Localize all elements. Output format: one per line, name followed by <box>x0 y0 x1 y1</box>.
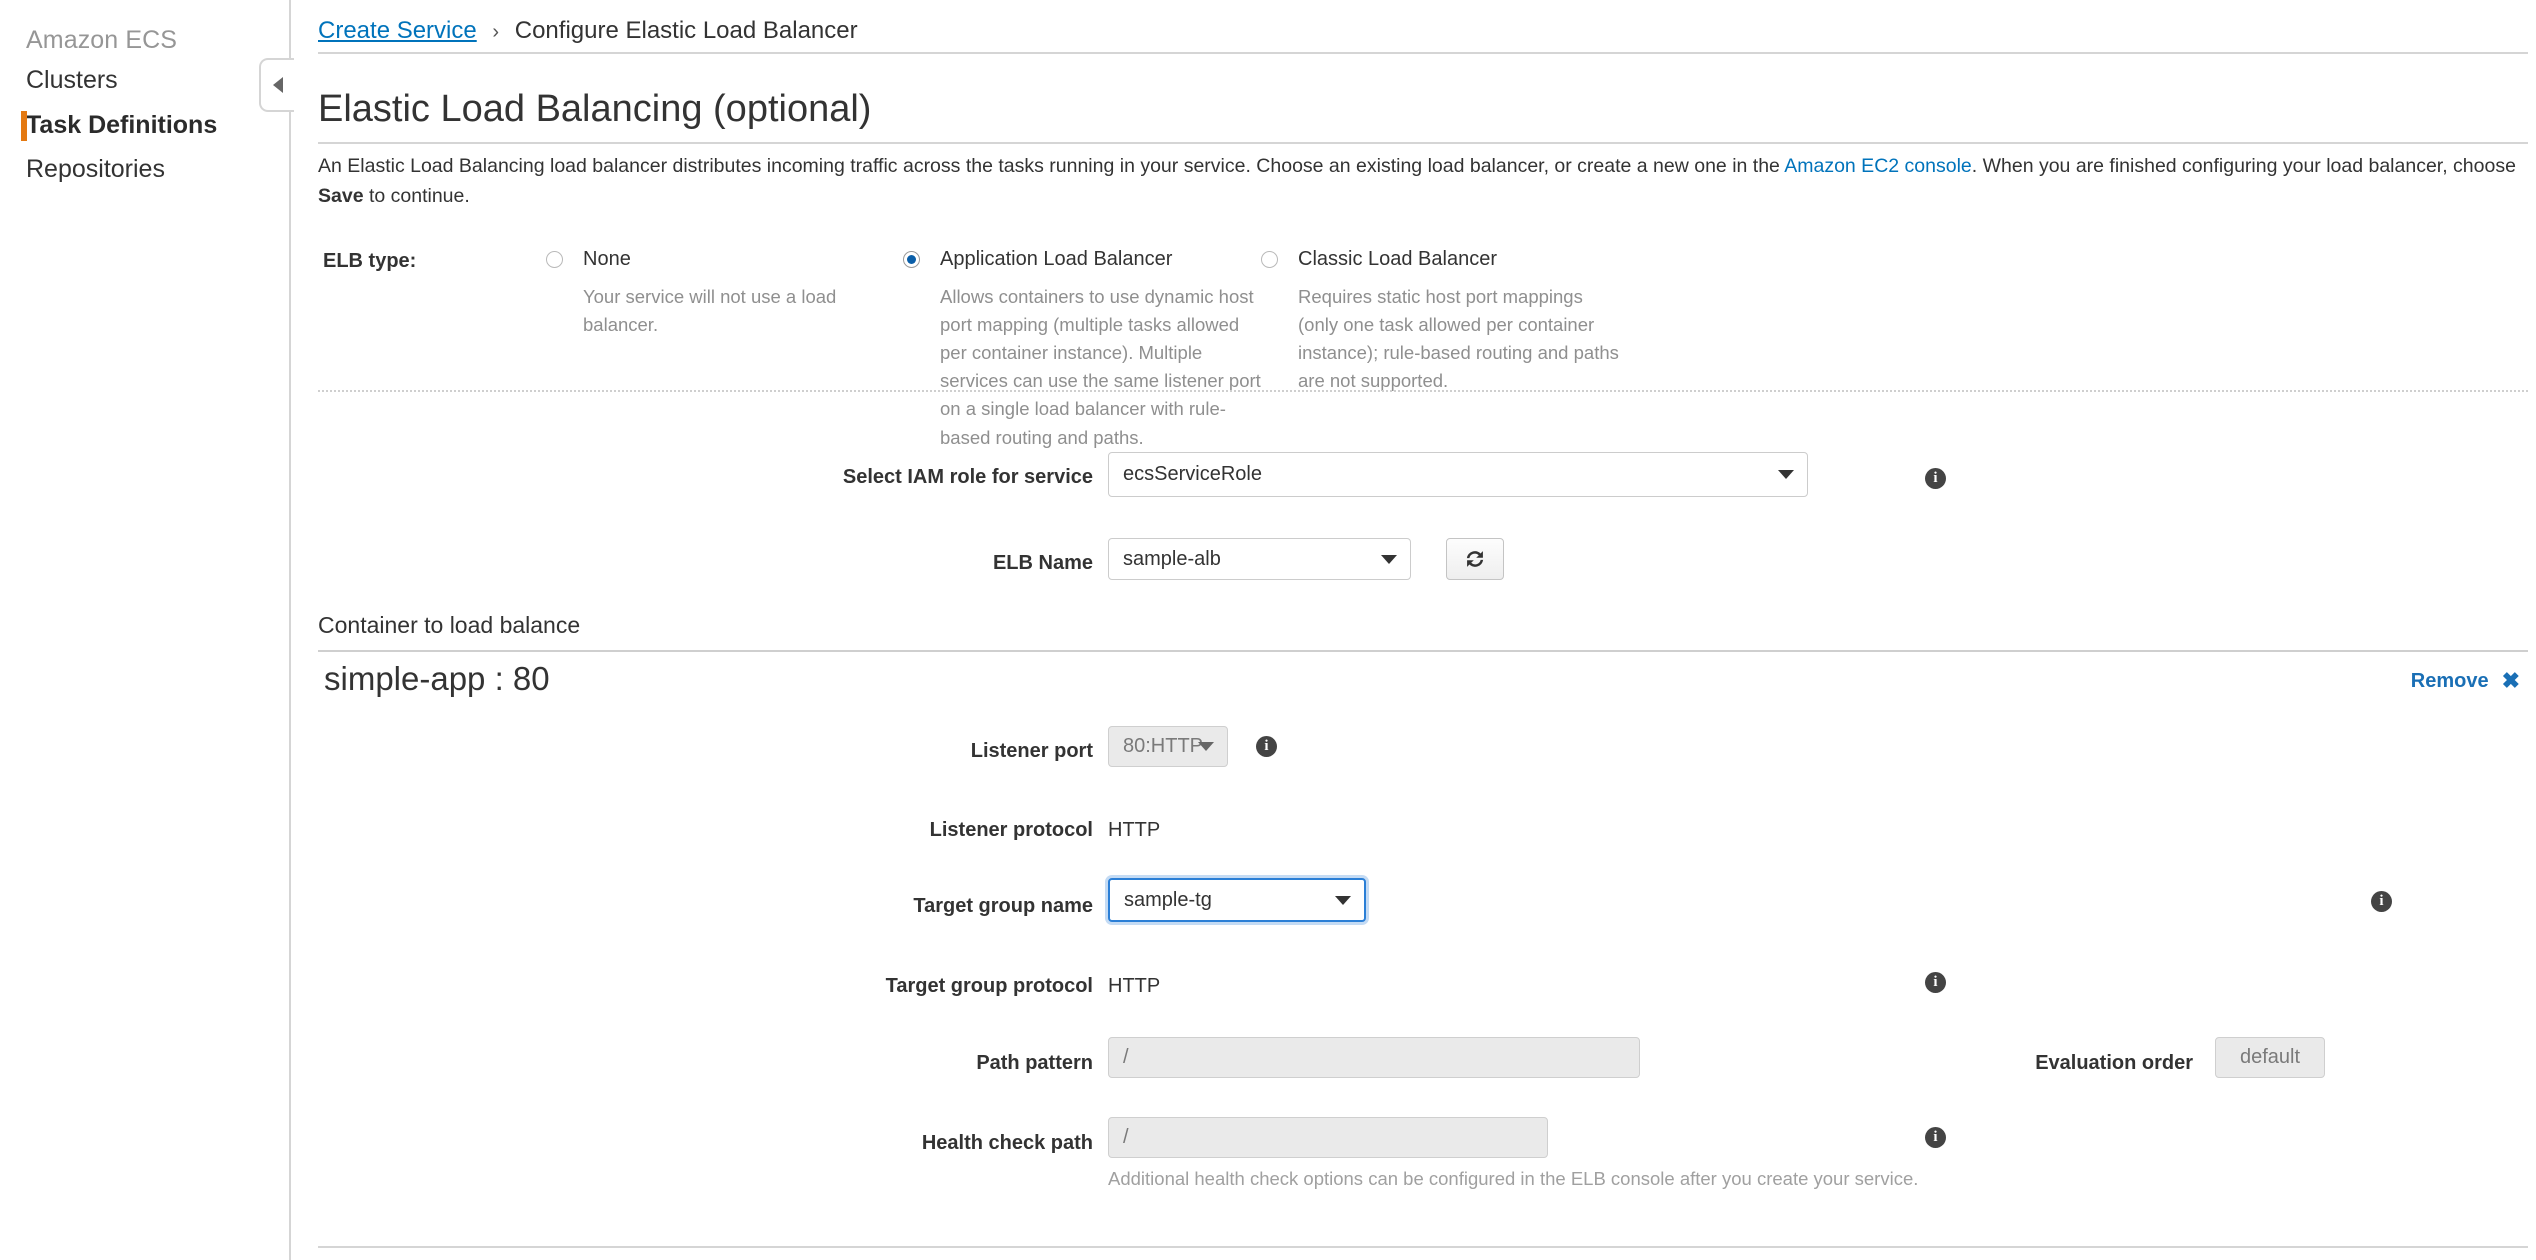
remove-label: Remove <box>2410 669 2489 692</box>
chevron-down-icon <box>1335 895 1351 905</box>
target-group-protocol-info-icon[interactable]: i <box>1925 972 1946 993</box>
radio-none-label[interactable]: None <box>583 248 631 270</box>
breadcrumb-divider <box>318 52 2528 54</box>
target-group-protocol-value: HTTP <box>1108 975 1161 997</box>
elb-name-select[interactable]: sample-alb <box>1108 538 1411 580</box>
breadcrumb-separator-icon: › <box>492 21 500 43</box>
breadcrumb: Create Service › Configure Elastic Load … <box>318 17 858 45</box>
elb-type-label: ELB type: <box>323 250 417 272</box>
health-check-note: Additional health check options can be c… <box>1108 1168 1919 1189</box>
target-group-protocol-label: Target group protocol <box>885 975 1093 997</box>
intro-text-1: An Elastic Load Balancing load balancer … <box>318 155 1785 177</box>
sidebar-item-repositories[interactable]: Repositories <box>0 147 289 192</box>
iam-role-info-icon[interactable]: i <box>1925 468 1946 489</box>
elb-type-divider <box>318 390 2528 392</box>
breadcrumb-current: Configure Elastic Load Balancer <box>514 17 858 44</box>
intro-text-3: to continue. <box>363 184 470 207</box>
refresh-icon <box>1466 551 1484 567</box>
target-group-name-info-icon[interactable]: i <box>2371 891 2392 912</box>
path-pattern-label: Path pattern <box>976 1052 1093 1074</box>
page-root: Amazon ECS Clusters Task Definitions Rep… <box>0 0 2536 1260</box>
radio-application-load-balancer-label[interactable]: Application Load Balancer <box>940 248 1172 270</box>
target-group-name-value: sample-tg <box>1124 888 1212 911</box>
sidebar: Amazon ECS Clusters Task Definitions Rep… <box>0 0 291 1260</box>
evaluation-order-input: default <box>2215 1037 2325 1078</box>
listener-protocol-label: Listener protocol <box>929 819 1093 841</box>
amazon-ec2-console-link[interactable]: Amazon EC2 console <box>1784 155 1972 177</box>
sidebar-nav: Clusters Task Definitions Repositories <box>0 58 289 192</box>
remove-container-button[interactable]: Remove ✖ <box>2411 668 2520 694</box>
container-section-divider <box>318 650 2528 652</box>
elb-name-value: sample-alb <box>1123 547 1221 570</box>
health-check-path-input: / <box>1108 1117 1548 1158</box>
iam-role-select[interactable]: ecsServiceRole <box>1108 452 1808 497</box>
sidebar-item-clusters[interactable]: Clusters <box>0 58 289 103</box>
chevron-down-icon <box>1778 470 1794 479</box>
listener-port-info-icon[interactable]: i <box>1256 736 1277 757</box>
iam-role-value: ecsServiceRole <box>1123 463 1262 485</box>
radio-classic-load-balancer[interactable] <box>1261 251 1278 268</box>
page-title: Elastic Load Balancing (optional) <box>318 88 872 130</box>
listener-port-value: 80:HTTP <box>1123 735 1204 757</box>
health-check-path-value: / <box>1123 1126 1129 1148</box>
radio-none-description: Your service will not use a load balance… <box>583 286 837 336</box>
elb-type-option-classic: Classic Load Balancer Requires static ho… <box>1261 248 1621 395</box>
chevron-down-icon <box>1198 742 1214 751</box>
elb-name-label: ELB Name <box>992 552 1093 574</box>
listener-port-select: 80:HTTP <box>1108 726 1228 767</box>
sidebar-collapse-button[interactable] <box>259 58 294 112</box>
iam-role-label: Select IAM role for service <box>842 466 1093 488</box>
radio-classic-load-balancer-label[interactable]: Classic Load Balancer <box>1298 248 1497 270</box>
path-pattern-value: / <box>1123 1046 1129 1068</box>
intro-text-2: . When you are finished configuring your… <box>1971 155 2516 177</box>
sidebar-title: Amazon ECS <box>26 26 178 54</box>
breadcrumb-link-create-service[interactable]: Create Service <box>318 17 477 44</box>
elb-type-option-application: Application Load Balancer Allows contain… <box>903 248 1263 452</box>
container-section-subheading: Container to load balance <box>318 612 581 638</box>
listener-protocol-value: HTTP <box>1108 819 1161 841</box>
radio-application-load-balancer-description: Allows containers to use dynamic host po… <box>940 286 1261 448</box>
radio-classic-load-balancer-description: Requires static host port mappings (only… <box>1298 286 1619 392</box>
container-title: simple-app : 80 <box>324 660 550 697</box>
sidebar-item-task-definitions[interactable]: Task Definitions <box>0 103 289 148</box>
elb-type-option-none: None Your service will not use a load ba… <box>546 248 876 339</box>
path-pattern-input: / <box>1108 1037 1640 1078</box>
page-description: An Elastic Load Balancing load balancer … <box>318 152 2525 212</box>
evaluation-order-label: Evaluation order <box>2035 1052 2193 1074</box>
target-group-name-label: Target group name <box>913 895 1093 917</box>
target-group-name-select[interactable]: sample-tg <box>1108 878 1366 922</box>
health-check-path-label: Health check path <box>921 1132 1093 1154</box>
bottom-divider <box>318 1246 2528 1248</box>
health-check-path-info-icon[interactable]: i <box>1925 1127 1946 1148</box>
radio-none[interactable] <box>546 251 563 268</box>
listener-port-label: Listener port <box>970 740 1093 762</box>
chevron-left-icon <box>272 77 283 93</box>
close-icon: ✖ <box>2501 668 2520 693</box>
title-divider <box>318 142 2528 144</box>
intro-save-emphasis: Save <box>318 184 364 207</box>
refresh-elb-list-button[interactable] <box>1446 538 1504 580</box>
evaluation-order-value: default <box>2239 1046 2301 1068</box>
radio-application-load-balancer[interactable] <box>903 251 920 268</box>
main-content: Create Service › Configure Elastic Load … <box>293 0 2536 1260</box>
chevron-down-icon <box>1381 554 1397 564</box>
